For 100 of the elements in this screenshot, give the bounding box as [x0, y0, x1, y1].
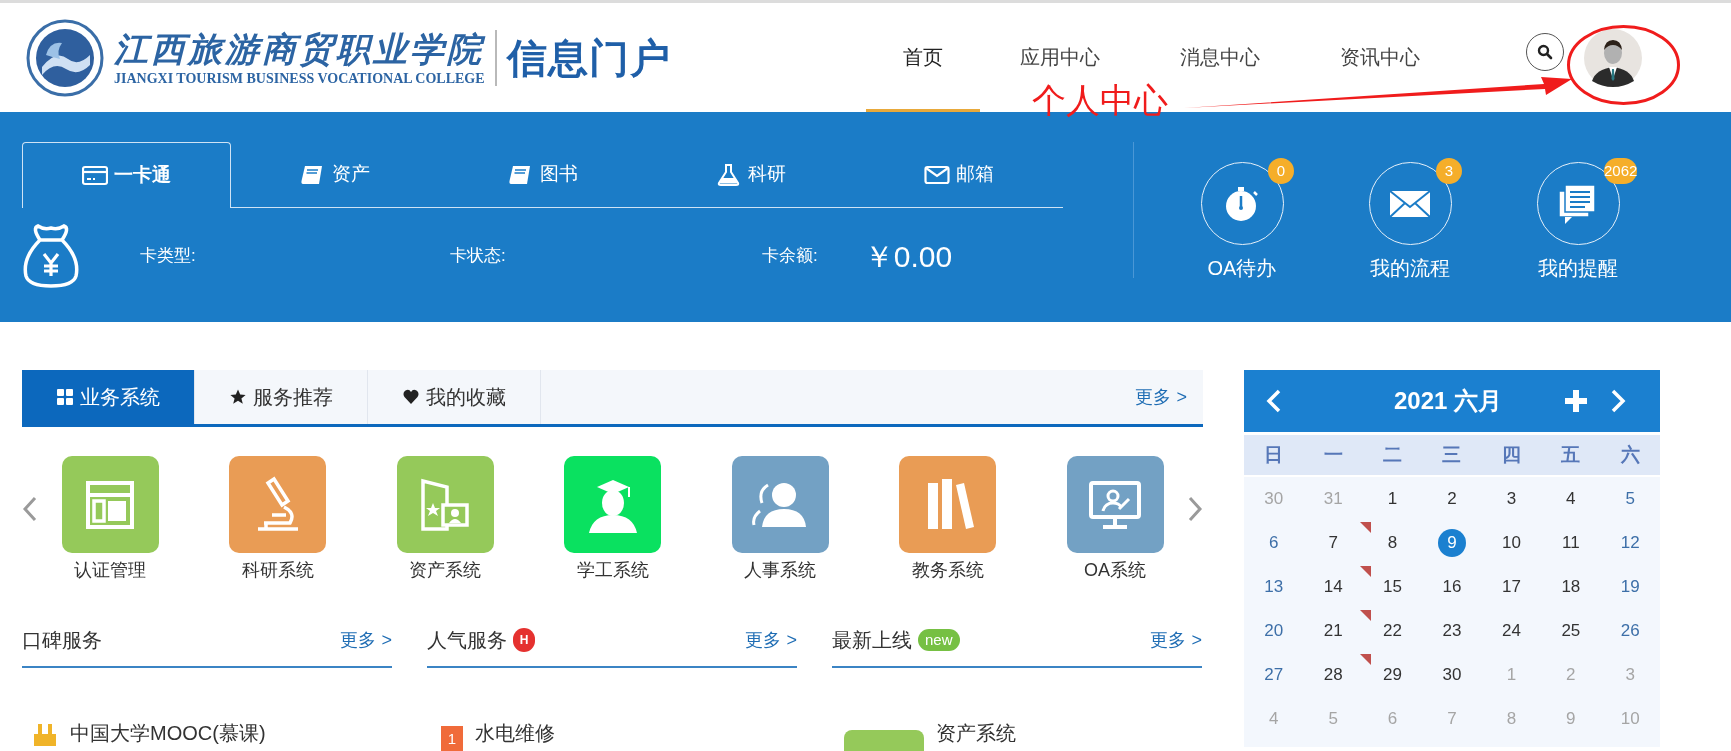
new-badge: new [918, 629, 960, 651]
search-button[interactable] [1526, 33, 1564, 71]
calendar-day[interactable]: 11 [1562, 530, 1580, 556]
service-link[interactable]: 中国大学MOOC(慕课) [70, 720, 266, 746]
system-tile[interactable] [229, 456, 326, 553]
calendar-day[interactable]: 15 [1383, 574, 1402, 600]
weekday-label: 二 [1382, 442, 1404, 467]
weekday-label: 五 [1560, 442, 1582, 467]
weekday-label: 六 [1619, 442, 1641, 467]
search-icon [1537, 44, 1553, 60]
service-link[interactable]: 水电维修 [475, 720, 555, 746]
calendar-day[interactable]: 4 [1566, 486, 1576, 512]
college-english-name: JIANGXI TOURISM BUSINESS VOCATIONAL COLLEGE [114, 69, 485, 88]
count-badge: 0 [1268, 158, 1294, 184]
calendar-day[interactable]: 9 [1438, 529, 1466, 557]
system-tile[interactable] [61, 456, 159, 553]
shortcut-label: 我的提醒 [1538, 256, 1618, 281]
system-tab[interactable]: 我的收藏 [368, 370, 541, 424]
field-label: 卡类型: [140, 245, 196, 268]
heart-icon [402, 389, 419, 405]
weekday-label: 日 [1263, 442, 1285, 467]
calendar-day[interactable]: 29 [1383, 662, 1402, 688]
calendar-day[interactable]: 28 [1323, 662, 1343, 688]
nav-link[interactable]: 首页 [903, 43, 943, 71]
system-label: 资产系统 [409, 559, 481, 581]
calendar-day[interactable]: 7 [1328, 530, 1338, 556]
system-tile[interactable] [899, 456, 996, 553]
weekday-label: 三 [1441, 442, 1463, 467]
system-tile[interactable] [731, 456, 829, 553]
section-title: 最新上线 [832, 628, 912, 653]
calendar-title: 2021 六月 [1394, 386, 1503, 416]
card-panel-tab[interactable]: 图书 [439, 142, 647, 207]
card-icon [82, 163, 108, 188]
system-label: OA系统 [1084, 559, 1146, 581]
college-name: 江西旅游商贸职业学院 [114, 27, 485, 70]
more-link[interactable]: 更多 > [745, 626, 797, 654]
count-badge: 3 [1436, 158, 1462, 184]
calendar-day[interactable]: 10 [1501, 530, 1521, 556]
shortcut-label: 我的流程 [1370, 256, 1450, 281]
card-panel-tab[interactable]: 一卡通 [22, 142, 231, 208]
card-panel-tab[interactable]: 资产 [231, 142, 439, 207]
calendar-day[interactable]: 21 [1323, 618, 1343, 644]
section-title: 口碑服务 [22, 628, 102, 653]
more-link[interactable]: 更多 > [1135, 383, 1187, 411]
calendar-day[interactable]: 6 [1268, 530, 1279, 556]
card-panel-tab[interactable]: 科研 [647, 142, 855, 207]
calendar-day[interactable]: 30 [1442, 662, 1462, 688]
calendar-day[interactable]: 20 [1264, 618, 1284, 644]
nav-link[interactable]: 应用中心 [1020, 43, 1100, 71]
user-avatar[interactable] [1584, 28, 1642, 87]
previous-arrow[interactable] [22, 496, 38, 522]
flask-icon [716, 162, 742, 187]
calendar-day[interactable]: 17 [1501, 574, 1521, 600]
system-label: 教务系统 [911, 559, 984, 581]
calendar-day[interactable]: 12 [1620, 530, 1640, 556]
service-link[interactable]: 资产系统 [936, 720, 1016, 746]
calendar-day[interactable]: 25 [1561, 618, 1581, 644]
calendar-day[interactable]: 23 [1442, 618, 1462, 644]
shortcut-label: OA待办 [1207, 256, 1277, 281]
calendar-day[interactable]: 3 [1506, 486, 1517, 512]
previous-month-button[interactable] [1266, 389, 1282, 413]
calendar-day[interactable]: 19 [1620, 574, 1640, 600]
calendar-day[interactable]: 26 [1620, 618, 1640, 644]
calendar-day[interactable]: 18 [1561, 574, 1581, 600]
calendar-day[interactable]: 24 [1501, 618, 1521, 644]
next-month-button[interactable] [1610, 389, 1627, 413]
nav-link[interactable]: 资讯中心 [1340, 43, 1420, 71]
weekday-label: 四 [1500, 442, 1522, 467]
calendar-day[interactable]: 13 [1264, 574, 1284, 600]
calendar-day[interactable]: 8 [1387, 530, 1398, 556]
system-label: 科研系统 [241, 559, 314, 581]
annotation-label: 个人中心 [1032, 80, 1168, 120]
system-tile[interactable] [1066, 456, 1164, 553]
add-event-button[interactable] [1564, 389, 1589, 413]
money-bag-icon [22, 224, 80, 288]
field-label: 卡余额: [762, 245, 818, 268]
calendar-day[interactable]: 5 [1625, 486, 1635, 512]
calendar-day[interactable]: 1 [1387, 486, 1398, 512]
portal-title: 信息门户 [506, 34, 671, 82]
more-link[interactable]: 更多 > [340, 626, 392, 654]
card-panel-tab[interactable]: 邮箱 [855, 142, 1063, 207]
system-tab[interactable]: 业务系统 [22, 370, 195, 424]
system-tile[interactable] [564, 456, 661, 553]
count-badge: 2062 [1604, 158, 1638, 184]
star-icon [229, 389, 246, 405]
system-tile[interactable] [396, 456, 494, 553]
hot-badge: H [513, 628, 535, 652]
more-link[interactable]: 更多 > [1150, 626, 1202, 654]
system-tab[interactable]: 服务推荐 [195, 370, 368, 424]
next-arrow[interactable] [1187, 496, 1203, 522]
nav-link[interactable]: 消息中心 [1180, 43, 1260, 71]
grid-icon [56, 389, 73, 405]
calendar-day[interactable]: 2 [1447, 486, 1457, 512]
calendar-day[interactable]: 27 [1264, 662, 1284, 688]
calendar-day[interactable]: 16 [1442, 574, 1462, 600]
calendar-day[interactable]: 22 [1383, 618, 1402, 644]
system-label: 人事系统 [744, 559, 816, 581]
rank-badge: 1 [441, 726, 463, 751]
calendar-day[interactable]: 14 [1323, 574, 1343, 600]
system-label: 学工系统 [576, 559, 649, 581]
